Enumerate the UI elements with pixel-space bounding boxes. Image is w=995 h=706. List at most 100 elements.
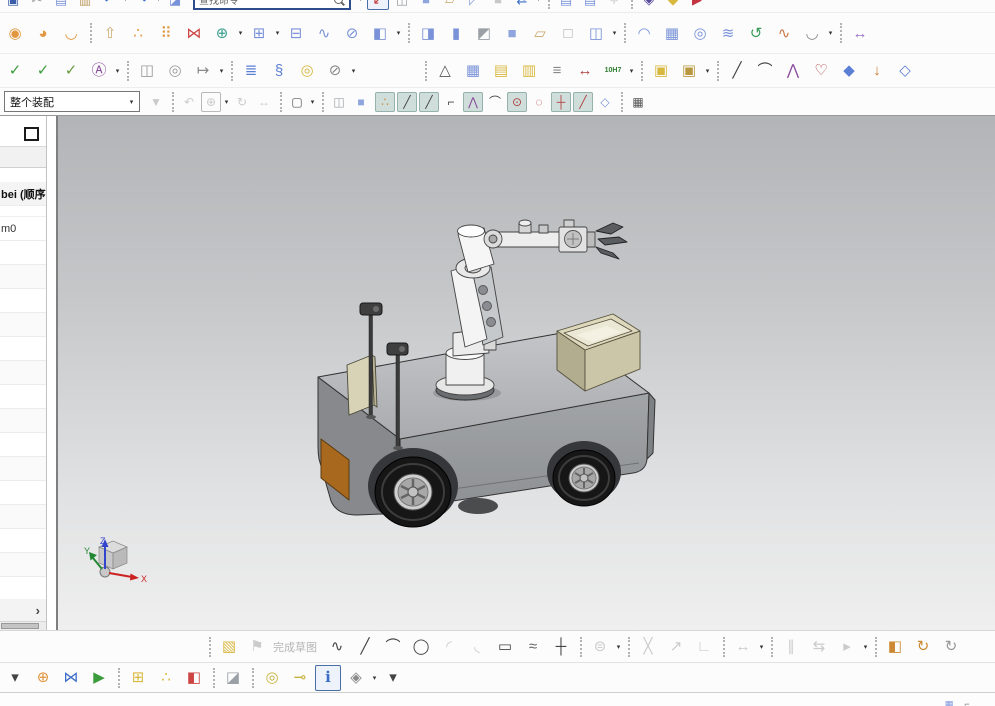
work-part-button[interactable]: ■ — [415, 0, 437, 10]
ruled-surface-button[interactable]: ◠ — [631, 20, 657, 46]
envelope-button[interactable]: ◪ — [220, 665, 246, 691]
studio-spline-button[interactable]: ≈ — [520, 634, 546, 660]
navigator-row[interactable] — [0, 289, 46, 313]
link-tool-button[interactable]: ⊸ — [287, 665, 313, 691]
cut-button[interactable]: ✂ — [26, 0, 48, 10]
sheet-button[interactable]: ▱ — [439, 0, 461, 10]
x-axis[interactable] — [108, 572, 133, 578]
bend-sheet-button[interactable]: ▱ — [527, 20, 553, 46]
navigator-node-root[interactable]: bei (顺序 — [0, 182, 46, 206]
marquee-select-button-dropdown[interactable]: ▾ — [308, 98, 317, 106]
navigator-row[interactable] — [0, 313, 46, 337]
navigator-hscroll-handle[interactable] — [1, 623, 39, 629]
highlight-part-button[interactable]: ◫ — [329, 92, 349, 112]
unite-button-dropdown[interactable]: ▾ — [273, 29, 282, 37]
exploded-view-button[interactable]: ◈ — [343, 665, 369, 691]
diamond-tool-button[interactable]: ◈ — [638, 0, 660, 10]
restore-window-icon[interactable] — [24, 127, 39, 141]
washer-button[interactable]: ◎ — [294, 58, 320, 84]
move-face-button[interactable]: ↔ — [847, 20, 873, 46]
project-curve-button[interactable]: ↓ — [864, 58, 890, 84]
sketch-orientation-button[interactable]: ↻ — [938, 634, 964, 660]
block-button[interactable]: ■ — [499, 20, 525, 46]
line-curve-button[interactable]: ╱ — [724, 58, 750, 84]
sketch-button[interactable]: ◉ — [2, 20, 28, 46]
emboss-button[interactable]: ◡ — [58, 20, 84, 46]
pattern-component-button[interactable]: ▶ — [86, 665, 112, 691]
coordinate-triad[interactable]: Z X Y — [84, 536, 147, 584]
quick-extend-button[interactable]: ↗ — [663, 634, 689, 660]
wedge-view-button[interactable]: ◸ — [463, 0, 485, 10]
mirror-assembly-button[interactable]: ⋈ — [58, 665, 84, 691]
navigator-row[interactable] — [0, 481, 46, 505]
reattach-button[interactable]: ↻ — [910, 634, 936, 660]
role-button[interactable]: ◆ — [662, 0, 684, 10]
window-arrange-button[interactable]: ⇄ — [511, 0, 533, 10]
quick-trim-button[interactable]: ╳ — [635, 634, 661, 660]
fillet-button[interactable]: ◜ — [436, 634, 462, 660]
trim-body-button[interactable]: ⊘ — [339, 20, 365, 46]
part-family-table-button[interactable]: ▦ — [460, 58, 486, 84]
snap-intersection-toggle[interactable]: ┼ — [551, 91, 571, 112]
mirror-feature-button[interactable]: ⋈ — [181, 20, 207, 46]
curve-on-surface-button[interactable]: ↺ — [743, 20, 769, 46]
assembly-overflow-button[interactable]: ▾ — [2, 665, 28, 691]
graphics-viewport[interactable]: Z X Y — [56, 116, 995, 630]
cart-right-face[interactable] — [646, 392, 656, 460]
command-finder-input[interactable]: 查找命令 — [193, 0, 351, 10]
redo-button-dropdown[interactable]: ▾ — [154, 0, 163, 3]
grid-toggle[interactable]: ▦ — [628, 92, 648, 112]
snap-center-toggle[interactable]: ⊙ — [507, 91, 527, 112]
check-feature-button[interactable]: ✓ — [30, 58, 56, 84]
navigator-node-child[interactable]: m0 — [0, 217, 46, 241]
plain-face-button[interactable]: ■ — [487, 0, 509, 10]
undo-button-dropdown[interactable]: ▾ — [121, 0, 130, 3]
deviation-gauge-button[interactable]: ↦ — [190, 58, 216, 84]
snap-arc-toggle[interactable]: ⌒ — [485, 92, 505, 112]
coil-spring-button[interactable]: ≣ — [238, 58, 264, 84]
polygon-button[interactable]: △ — [432, 58, 458, 84]
snap-face-toggle[interactable]: ◇ — [595, 92, 615, 112]
rotate-handle-button[interactable]: ↻ — [232, 92, 252, 112]
sew-button[interactable]: ◫ — [583, 20, 609, 46]
undo-button[interactable]: ↶ — [98, 0, 120, 10]
snap-polyline-toggle[interactable]: ⋀ — [463, 91, 483, 112]
panel-resize-strip[interactable] — [47, 116, 56, 630]
display-constraints-button-dropdown[interactable]: ▾ — [861, 643, 870, 651]
label-abc-button[interactable]: Ⓐ — [86, 58, 112, 84]
fit-tolerance-button-dropdown[interactable]: ▾ — [627, 67, 636, 75]
offset-face-button[interactable]: ◩ — [471, 20, 497, 46]
examine-geometry-button[interactable]: ✓ — [2, 58, 28, 84]
navigator-row[interactable] — [0, 265, 46, 289]
finish-sketch-button[interactable]: ⚑ — [244, 634, 270, 660]
spec-list-alt-button[interactable]: ▤ — [579, 0, 601, 10]
lock-assembly-button[interactable]: ▣ — [676, 58, 702, 84]
selection-scope-combo[interactable]: 整个装配 ▾ — [4, 91, 140, 112]
exploded-view-button-dropdown[interactable]: ▾ — [370, 674, 379, 682]
subtract-button[interactable]: ⊟ — [283, 20, 309, 46]
measure-distance-button[interactable]: ↔ — [572, 58, 598, 84]
surface-book-button-dropdown[interactable]: ▾ — [826, 29, 835, 37]
screen-window-button[interactable]: ↙ — [367, 0, 389, 10]
label-abc-button-dropdown[interactable]: ▾ — [113, 67, 122, 75]
front-wheel[interactable] — [374, 456, 452, 528]
clipped-curve-button[interactable]: ◇ — [892, 58, 918, 84]
arc-curve-button[interactable]: ⌒ — [752, 58, 778, 84]
navigator-row[interactable] — [0, 505, 46, 529]
selection-filter-button[interactable]: ▼ — [146, 92, 166, 112]
pattern-grid-button[interactable]: ⠿ — [153, 20, 179, 46]
paste-button[interactable]: ▥ — [74, 0, 96, 10]
navigator-row[interactable] — [0, 409, 46, 433]
pattern-cluster-button[interactable]: ∴ — [125, 20, 151, 46]
make-symmetric-button[interactable]: ⇆ — [806, 634, 832, 660]
through-curve-mesh-button[interactable]: ▦ — [659, 20, 685, 46]
navigator-row[interactable] — [0, 361, 46, 385]
boss-button[interactable]: ◨ — [415, 20, 441, 46]
navigator-column-header[interactable] — [0, 146, 46, 168]
shell-button-dropdown[interactable]: ▾ — [394, 29, 403, 37]
command-finder-dropdown[interactable]: ▾ — [356, 0, 365, 3]
format-brush-button[interactable]: ◪ — [164, 0, 186, 10]
window-arrange-button-dropdown[interactable]: ▾ — [534, 0, 543, 3]
copy-button[interactable]: ▤ — [50, 0, 72, 10]
fit-tolerance-button[interactable]: 10H7 — [600, 58, 626, 84]
